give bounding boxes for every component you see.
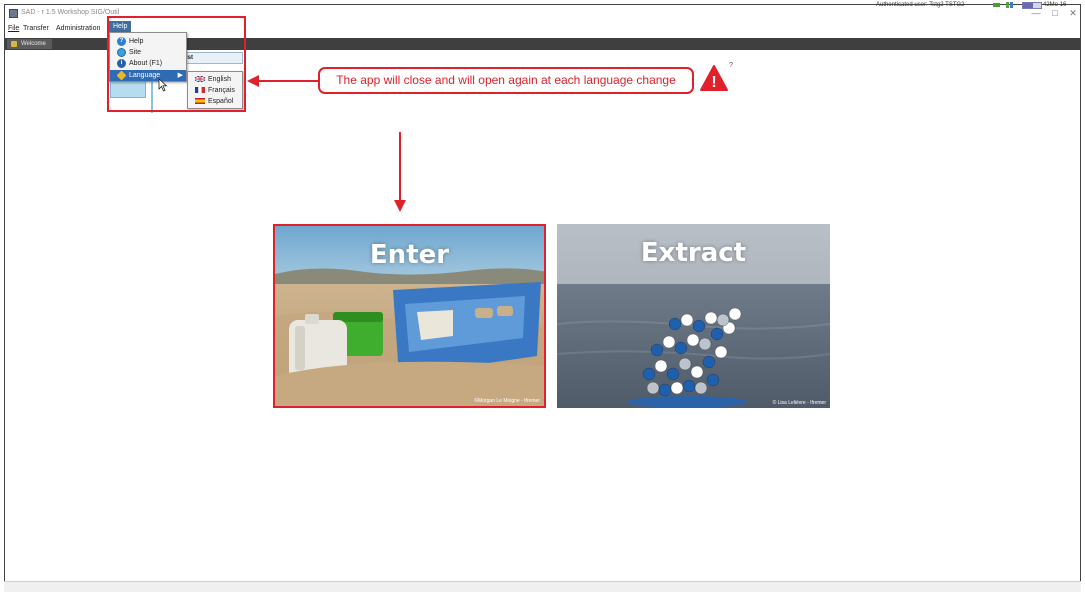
language-espanol-label: Español [208, 98, 234, 105]
enter-card-title: Enter [369, 240, 450, 270]
language-submenu: English Français Español [187, 71, 243, 109]
background-divider [151, 78, 153, 113]
authenticated-user-text: Authenticated user: Tstg2 TSTG2 [876, 2, 965, 8]
extract-card[interactable]: Extract © Lisa Lelièvre - Ifremer [557, 224, 830, 408]
annotation-arrow-left [258, 80, 319, 82]
menu-administration-label: Administration [56, 25, 101, 32]
language-english[interactable]: English [188, 74, 242, 85]
memory-usage-fill [1023, 3, 1033, 8]
annotation-callout-text: The app will close and will open again a… [336, 73, 676, 87]
annotation-arrow-down [399, 132, 401, 202]
menu-help[interactable]: Help [109, 21, 132, 32]
close-button[interactable]: ✕ [1066, 7, 1080, 19]
annotation-callout: The app will close and will open again a… [318, 67, 694, 94]
tab-welcome[interactable]: Welcome [7, 39, 52, 49]
menu-file-label: File [8, 25, 20, 32]
menu-item-about-label: About (F1) [129, 60, 163, 67]
spain-flag-icon [195, 98, 205, 104]
memory-usage-text: 42Mo 16 [1043, 2, 1067, 8]
annotation-arrowhead-down [394, 200, 406, 212]
status-bar [4, 581, 1081, 592]
help-dropdown: ? Help Site i About (F1) Language ▶ [109, 32, 187, 82]
globe-icon [117, 48, 126, 57]
menu-item-site[interactable]: Site [110, 47, 186, 58]
annotation-arrowhead-left [247, 75, 259, 87]
enter-card[interactable]: Enter ©Morgan Le Moigne - Ifremer [273, 224, 546, 408]
extract-card-title: Extract [640, 238, 747, 268]
sync-icon[interactable] [1006, 2, 1013, 8]
menu-item-language-label: Language [129, 72, 161, 79]
memory-usage-bar[interactable] [1022, 2, 1042, 9]
background-panel-label: ist [186, 55, 194, 61]
menu-item-about[interactable]: i About (F1) [110, 58, 186, 69]
maximize-button[interactable]: □ [1048, 7, 1062, 19]
warning-icon: ! [700, 65, 728, 91]
home-icon [11, 41, 17, 47]
language-icon [116, 70, 127, 81]
language-english-label: English [208, 76, 231, 83]
menu-transfer[interactable]: Transfer [23, 25, 49, 32]
window-title: SAD - r 1.5 Workshop SIG/Outil [21, 9, 120, 16]
menu-item-help[interactable]: ? Help [110, 36, 186, 47]
network-icon[interactable] [993, 2, 1000, 8]
menu-item-help-label: Help [129, 38, 144, 45]
help-icon: ? [117, 37, 126, 46]
language-francais-label: Français [208, 87, 235, 94]
menu-file[interactable]: File [8, 25, 19, 32]
language-francais[interactable]: Français [188, 85, 242, 96]
info-icon: i [117, 59, 126, 68]
menu-transfer-label: Transfer [23, 25, 49, 32]
language-espanol[interactable]: Español [188, 96, 242, 107]
submenu-arrow-icon: ▶ [177, 72, 183, 79]
app-icon [9, 9, 18, 18]
menu-item-site-label: Site [129, 49, 142, 56]
tab-welcome-label: Welcome [21, 41, 46, 47]
enter-card-credit: ©Morgan Le Moigne - Ifremer [474, 398, 540, 404]
mouse-cursor-icon [158, 78, 168, 92]
uk-flag-icon [195, 76, 205, 82]
extract-card-credit: © Lisa Lelièvre - Ifremer [772, 400, 826, 406]
menu-item-language[interactable]: Language ▶ [110, 70, 186, 81]
france-flag-icon [195, 87, 205, 93]
warning-glyph: ! [711, 74, 716, 91]
help-qmark: ? [729, 62, 733, 69]
menu-administration[interactable]: Administration [56, 25, 100, 32]
